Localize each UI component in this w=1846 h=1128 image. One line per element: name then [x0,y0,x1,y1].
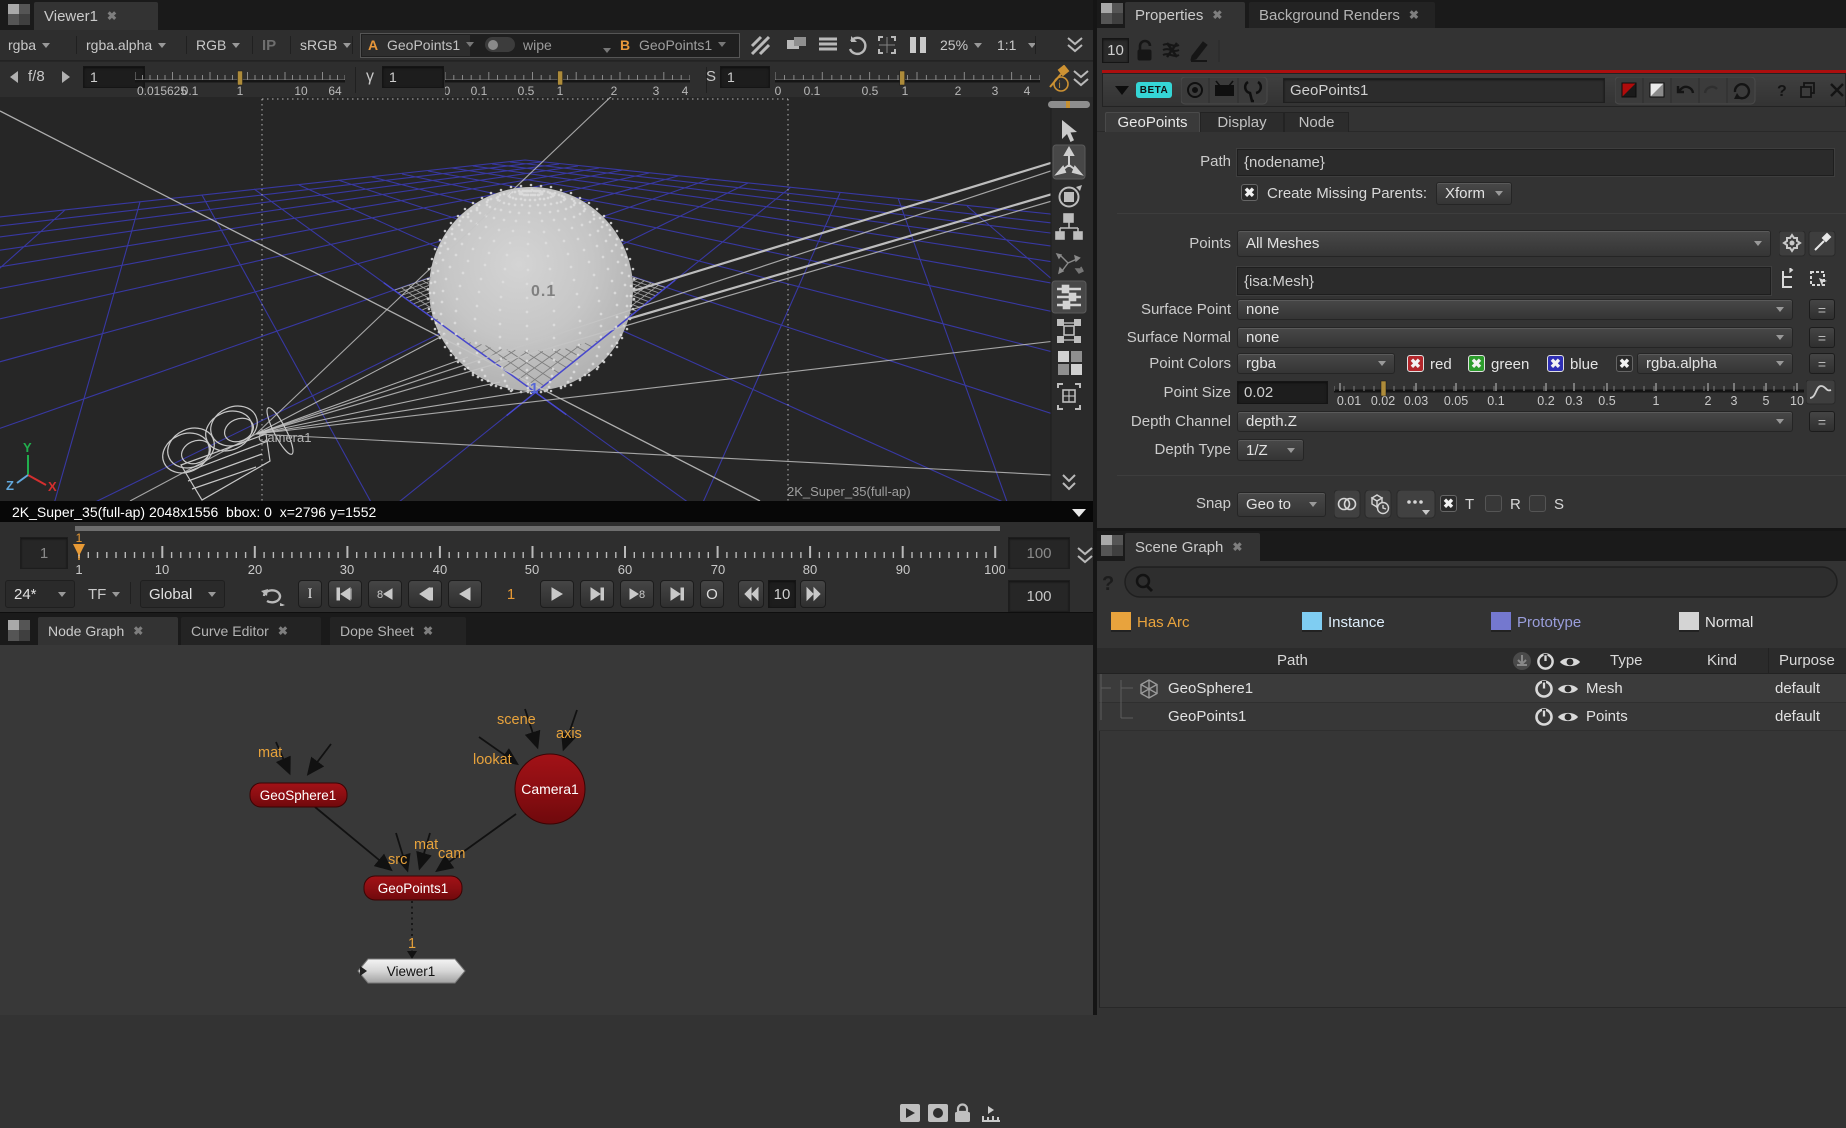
svg-text:?: ? [1102,573,1114,595]
svg-text:2: 2 [611,84,618,97]
svg-text:Z: Z [6,478,14,493]
svg-text:3: 3 [992,84,999,97]
svg-text:1: 1 [557,84,564,97]
svg-text:0.1: 0.1 [182,84,199,97]
svg-text:Y: Y [23,440,32,455]
svg-text:0.01: 0.01 [1337,394,1361,408]
svg-text:70: 70 [711,562,725,577]
svg-text:4: 4 [1024,84,1031,97]
svg-text:8: 8 [639,589,645,601]
svg-text:GeoPoints1: GeoPoints1 [378,881,449,896]
svg-text:100: 100 [984,562,1005,577]
svg-text:20: 20 [248,562,262,577]
svg-text:0: 0 [775,84,782,97]
svg-text:i: i [1059,80,1061,91]
svg-text:0.5: 0.5 [862,84,879,97]
svg-text:2K_Super_35(full-ap): 2K_Super_35(full-ap) [787,484,911,499]
svg-text:80: 80 [803,562,817,577]
svg-text:50: 50 [525,562,539,577]
svg-text:2: 2 [955,84,962,97]
svg-text:25%: 25% [940,37,968,53]
svg-text:Camera1: Camera1 [258,430,311,445]
svg-text:0.2: 0.2 [1537,394,1554,408]
svg-text:0.03: 0.03 [1404,394,1428,408]
svg-text:40: 40 [433,562,447,577]
svg-text:3: 3 [653,84,660,97]
svg-text:GeoSphere1: GeoSphere1 [260,788,337,803]
svg-text:3: 3 [1731,394,1738,408]
svg-text:0.05: 0.05 [1444,394,1468,408]
svg-text:0.5: 0.5 [518,84,535,97]
svg-text:4: 4 [682,84,689,97]
svg-text:10: 10 [294,84,308,97]
svg-text:axis: axis [556,726,582,742]
svg-text:64: 64 [328,84,342,97]
svg-text:0.1: 0.1 [471,84,488,97]
svg-text:mat: mat [414,837,438,853]
svg-text:0.1: 0.1 [804,84,821,97]
svg-text:mat: mat [258,745,282,761]
svg-text:0.1: 0.1 [531,283,556,300]
svg-text:1: 1 [1653,394,1660,408]
svg-text:0.3: 0.3 [1565,394,1582,408]
svg-text:0: 0 [445,84,451,97]
svg-text:0.1: 0.1 [1487,394,1504,408]
svg-text:10: 10 [1790,394,1804,408]
svg-text:1: 1 [902,84,909,97]
svg-text:1: 1 [408,936,416,952]
svg-text:90: 90 [896,562,910,577]
svg-text:Camera1: Camera1 [521,781,579,797]
svg-text:cam: cam [438,846,465,862]
svg-text:1: 1 [237,84,244,97]
svg-text:1: 1 [76,532,83,545]
svg-text:2: 2 [1705,394,1712,408]
svg-text:8: 8 [377,589,383,601]
svg-text:X: X [48,479,57,494]
svg-text:src: src [388,852,407,868]
svg-text:1: 1 [75,562,82,577]
svg-text:?: ? [1777,83,1787,100]
svg-text:lookat: lookat [473,752,512,768]
svg-text:10: 10 [155,562,169,577]
svg-text:0.5: 0.5 [1598,394,1615,408]
svg-text:5: 5 [1763,394,1770,408]
svg-text:60: 60 [618,562,632,577]
svg-text:1: 1 [530,380,538,397]
svg-text:30: 30 [340,562,354,577]
svg-text:0.015625: 0.015625 [137,84,187,97]
svg-text:Viewer1: Viewer1 [387,964,436,979]
svg-text:scene: scene [497,712,536,728]
svg-text:1:1: 1:1 [997,37,1017,53]
